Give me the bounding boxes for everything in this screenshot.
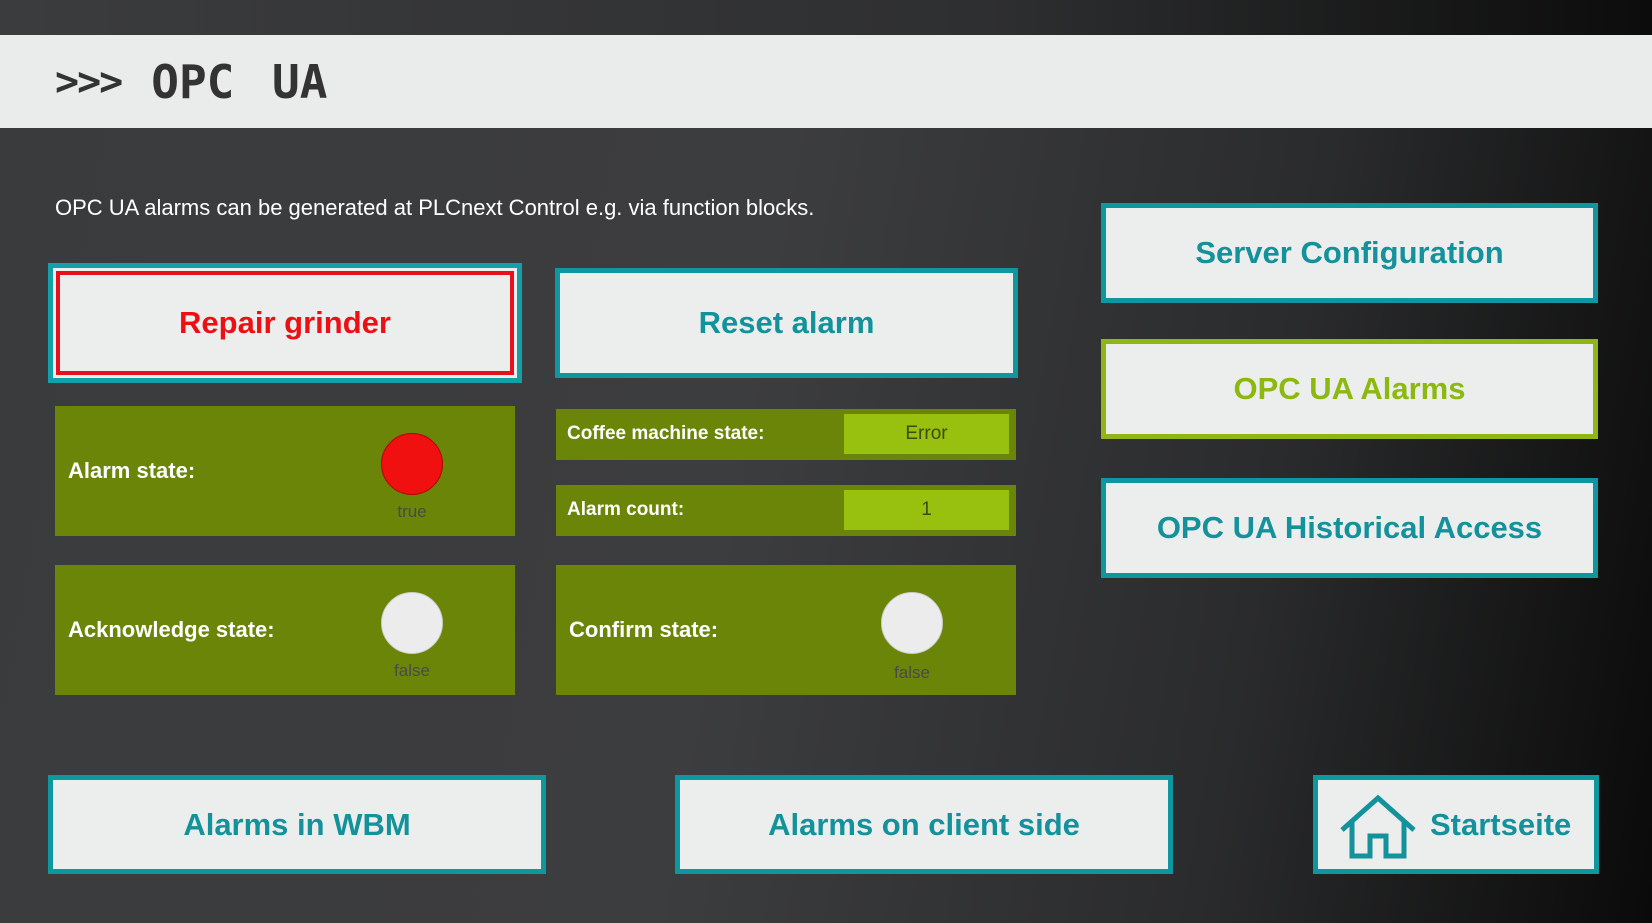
alarms-on-client-side-label: Alarms on client side bbox=[768, 806, 1080, 842]
alarm-state-indicator bbox=[381, 433, 443, 495]
coffee-machine-state-value: Error bbox=[844, 414, 1009, 454]
reset-alarm-button[interactable]: Reset alarm bbox=[555, 268, 1018, 378]
alarm-count-value: 1 bbox=[844, 490, 1009, 530]
confirm-state-label: Confirm state: bbox=[569, 617, 719, 642]
alarm-state-label: Alarm state: bbox=[68, 458, 196, 483]
acknowledge-state-value: false bbox=[394, 661, 430, 680]
alarm-state-panel: Alarm state: true bbox=[55, 406, 515, 536]
confirm-state-value: false bbox=[894, 663, 930, 682]
coffee-machine-state-panel: Coffee machine state: Error bbox=[556, 409, 1016, 460]
acknowledge-state-panel: Acknowledge state: false bbox=[55, 565, 515, 695]
coffee-machine-state-label: Coffee machine state: bbox=[567, 423, 765, 444]
repair-grinder-label: Repair grinder bbox=[179, 305, 391, 340]
page-title: OPC UA bbox=[151, 54, 328, 109]
server-configuration-label: Server Configuration bbox=[1195, 235, 1504, 270]
top-strip bbox=[0, 0, 1652, 35]
startseite-label: Startseite bbox=[1430, 806, 1572, 842]
alarms-in-wbm-button[interactable]: Alarms in WBM bbox=[48, 775, 546, 874]
alarm-state-value: true bbox=[397, 502, 427, 521]
opc-ua-alarms-button[interactable]: OPC UA Alarms bbox=[1101, 339, 1598, 439]
reset-alarm-label: Reset alarm bbox=[698, 305, 875, 340]
alarm-count-panel: Alarm count: 1 bbox=[556, 485, 1016, 536]
intro-text: OPC UA alarms can be generated at PLCnex… bbox=[55, 195, 815, 220]
chevrons-icon: >>> bbox=[55, 58, 123, 105]
page-header: >>> OPC UA bbox=[0, 35, 1652, 128]
alarms-on-client-side-button[interactable]: Alarms on client side bbox=[675, 775, 1173, 874]
opc-ua-alarms-label: OPC UA Alarms bbox=[1233, 371, 1466, 406]
alarms-in-wbm-label: Alarms in WBM bbox=[183, 806, 411, 842]
acknowledge-state-indicator bbox=[381, 592, 443, 654]
opc-ua-historical-access-button[interactable]: OPC UA Historical Access bbox=[1101, 478, 1598, 578]
alarm-count-label: Alarm count: bbox=[567, 499, 685, 520]
opc-ua-historical-access-label: OPC UA Historical Access bbox=[1156, 510, 1543, 545]
repair-grinder-button[interactable]: Repair grinder bbox=[48, 263, 522, 383]
confirm-state-indicator bbox=[881, 592, 943, 654]
acknowledge-state-label: Acknowledge state: bbox=[68, 617, 275, 642]
confirm-state-panel: Confirm state: false bbox=[556, 565, 1016, 695]
startseite-button[interactable]: Startseite bbox=[1313, 775, 1599, 874]
server-configuration-button[interactable]: Server Configuration bbox=[1101, 203, 1598, 303]
home-icon bbox=[1340, 794, 1416, 859]
